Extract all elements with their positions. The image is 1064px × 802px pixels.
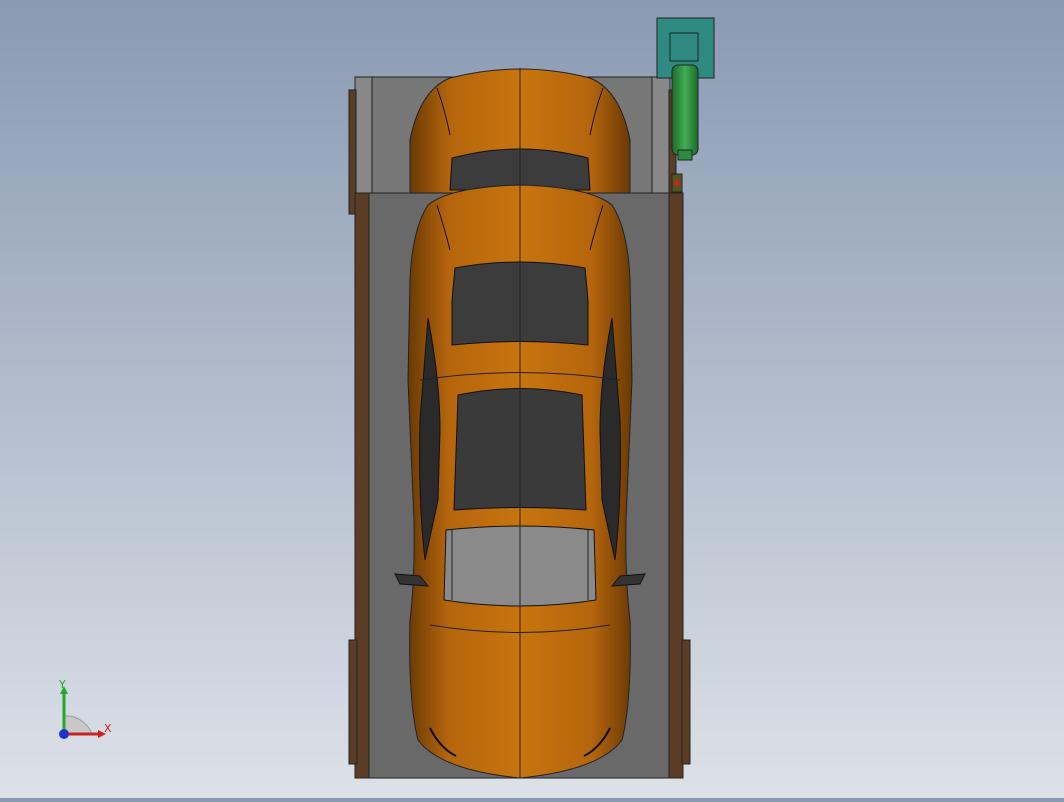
upper-car — [409, 68, 631, 196]
coordinate-triad: X Y — [50, 676, 120, 746]
z-axis-dot — [59, 729, 69, 739]
x-axis-label: X — [104, 722, 112, 735]
cad-viewport[interactable]: X Y — [0, 0, 1064, 798]
y-axis-label: Y — [58, 678, 66, 691]
model-view[interactable] — [0, 0, 1064, 798]
main-car — [394, 184, 646, 779]
